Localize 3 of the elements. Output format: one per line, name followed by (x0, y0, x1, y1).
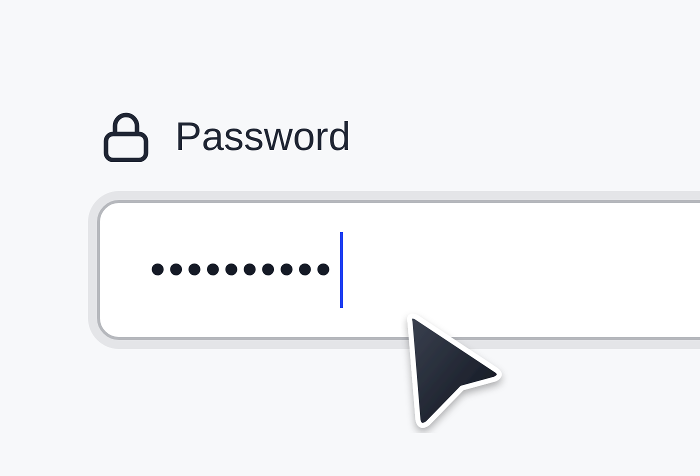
lock-icon (103, 112, 149, 162)
password-value: •••••••••• (150, 248, 334, 292)
field-label: Password (175, 115, 351, 159)
